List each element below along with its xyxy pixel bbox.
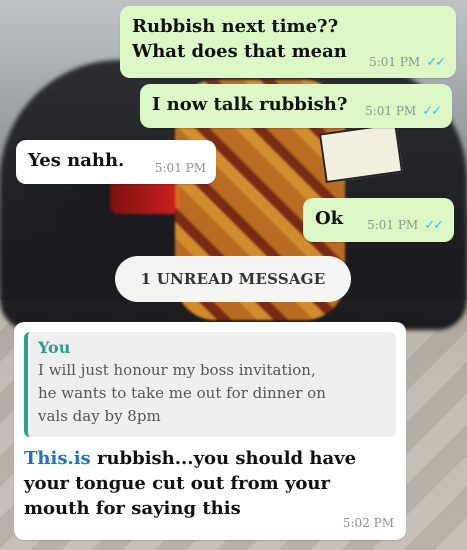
message-meta: 5:01 PM ✓✓	[365, 104, 442, 119]
double-check-icon: ✓✓	[422, 104, 442, 119]
message-bubble-outgoing[interactable]: Rubbish next time?? What does that mean …	[120, 6, 456, 78]
message-time: 5:01 PM	[154, 161, 206, 175]
double-check-icon: ✓✓	[424, 218, 444, 233]
quoted-message[interactable]: You I will just honour my boss invitatio…	[24, 332, 396, 437]
message-time: 5:01 PM	[367, 218, 419, 232]
quoted-author: You	[38, 338, 71, 357]
message-bubble-outgoing[interactable]: I now talk rubbish? 5:01 PM ✓✓	[140, 84, 452, 128]
message-link[interactable]: This.is	[24, 448, 91, 469]
double-check-icon: ✓✓	[426, 55, 446, 70]
message-time: 5:01 PM	[369, 55, 421, 69]
quoted-text: I will just honour my boss invitation, h…	[38, 361, 326, 425]
message-meta: 5:01 PM ✓✓	[367, 218, 444, 233]
message-time: 5:01 PM	[365, 104, 417, 118]
message-text: This.is rubbish...you should have your t…	[24, 446, 396, 521]
message-bubble-incoming-reply[interactable]: You I will just honour my boss invitatio…	[14, 322, 406, 540]
message-time: 5:02 PM	[342, 516, 394, 530]
message-bubble-outgoing[interactable]: Ok 5:01 PM ✓✓	[303, 198, 454, 242]
unread-messages-divider: 1 UNREAD MESSAGE	[115, 256, 351, 302]
message-bubble-incoming[interactable]: Yes nahh. 5:01 PM	[16, 140, 216, 184]
message-meta: 5:01 PM ✓✓	[369, 55, 446, 70]
